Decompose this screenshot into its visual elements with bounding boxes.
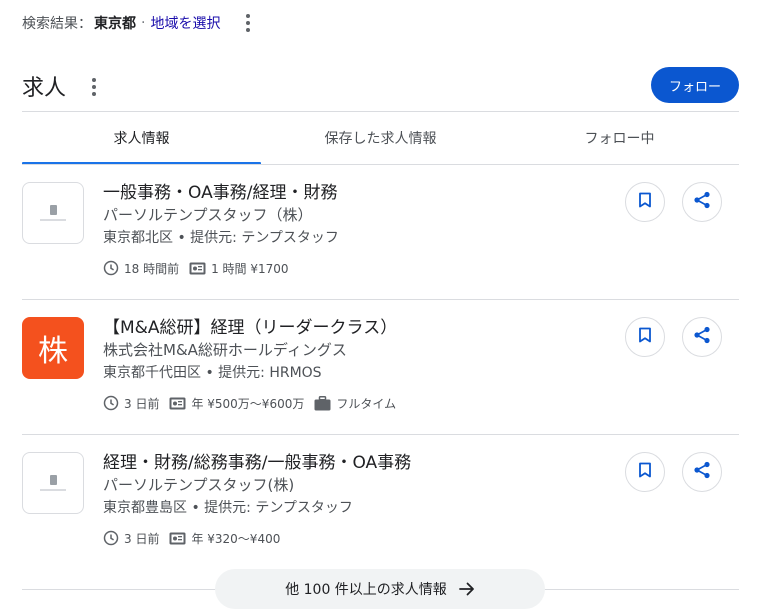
job-title[interactable]: 一般事務・OA事務/経理・財務 [103,182,337,204]
location-city: 東京都 [94,16,136,32]
divider [22,164,739,165]
money-icon [189,262,206,275]
job-type: フルタイム [336,396,397,411]
company-logo: 株 [22,317,84,379]
save-job-button[interactable] [625,317,665,357]
share-job-button[interactable] [682,317,722,357]
company-logo [22,452,84,514]
share-icon [693,191,711,213]
location-separator: · [141,15,146,31]
jobs-title: 求人 [22,76,67,101]
share-job-button[interactable] [682,452,722,492]
job-salary: 年 ¥500万～¥600万 [191,396,305,411]
more-jobs-button[interactable]: 他 100 件以上の求人情報 [215,569,545,609]
divider [22,299,739,300]
job-listing[interactable]: 経理・財務/総務事務/一般事務・OA事務 パーソルテンプスタッフ(株) 東京都豊… [22,452,739,572]
save-job-button[interactable] [625,452,665,492]
bookmark-icon [638,327,652,347]
briefcase-icon [314,395,331,411]
job-location: 東京都北区 • 提供元: テンプスタッフ [103,230,339,246]
more-vert-icon[interactable] [84,76,104,98]
share-icon [693,326,711,348]
clock-icon [103,530,119,546]
job-meta: 18 時間前 1 時間 ¥1700 [103,258,299,278]
job-location: 東京都豊島区 • 提供元: テンプスタッフ [103,500,353,516]
job-salary: 年 ¥320～¥400 [191,531,281,546]
bookmark-icon [638,192,652,212]
follow-button[interactable]: フォロー [651,67,739,103]
money-icon [169,532,186,545]
job-posted: 3 日前 [124,531,160,546]
tab-jobs[interactable]: 求人情報 [22,112,261,165]
location-bar: 検索結果： 東京都 · 地域を選択 [22,12,258,34]
job-tabs: 求人情報 保存した求人情報 フォロー中 [22,112,739,165]
job-posted: 18 時間前 [124,261,180,276]
more-jobs-label: 他 100 件以上の求人情報 [285,582,447,598]
job-meta: 3 日前 年 ¥500万～¥600万 フルタイム [103,393,406,413]
job-title[interactable]: 【M&A総研】経理（リーダークラス） [103,317,397,339]
share-job-button[interactable] [682,182,722,222]
clock-icon [103,260,119,276]
select-region-link[interactable]: 地域を選択 [150,13,220,33]
arrow-right-icon [458,582,475,596]
company-logo [22,182,84,244]
tab-saved-jobs[interactable]: 保存した求人情報 [261,112,500,164]
job-listing[interactable]: 株 【M&A総研】経理（リーダークラス） 株式会社M&A総研ホールディングス 東… [22,317,739,437]
job-location: 東京都千代田区 • 提供元: HRMOS [103,365,322,381]
location-prefix: 検索結果： [22,16,92,32]
job-salary: 1 時間 ¥1700 [211,261,289,276]
more-vert-icon[interactable] [238,12,258,34]
jobs-header: 求人 フォロー [22,66,739,104]
tab-following[interactable]: フォロー中 [500,112,739,164]
bookmark-icon [638,462,652,482]
clock-icon [103,395,119,411]
job-company: 株式会社M&A総研ホールディングス [103,341,347,359]
share-icon [693,461,711,483]
job-title[interactable]: 経理・財務/総務事務/一般事務・OA事務 [103,452,411,474]
save-job-button[interactable] [625,182,665,222]
job-meta: 3 日前 年 ¥320～¥400 [103,528,290,548]
job-company: パーソルテンプスタッフ(株) [103,476,295,494]
money-icon [169,397,186,410]
divider [22,434,739,435]
job-company: パーソルテンプスタッフ（株） [103,206,313,224]
job-listing[interactable]: 一般事務・OA事務/経理・財務 パーソルテンプスタッフ（株） 東京都北区 • 提… [22,182,739,302]
job-posted: 3 日前 [124,396,160,411]
